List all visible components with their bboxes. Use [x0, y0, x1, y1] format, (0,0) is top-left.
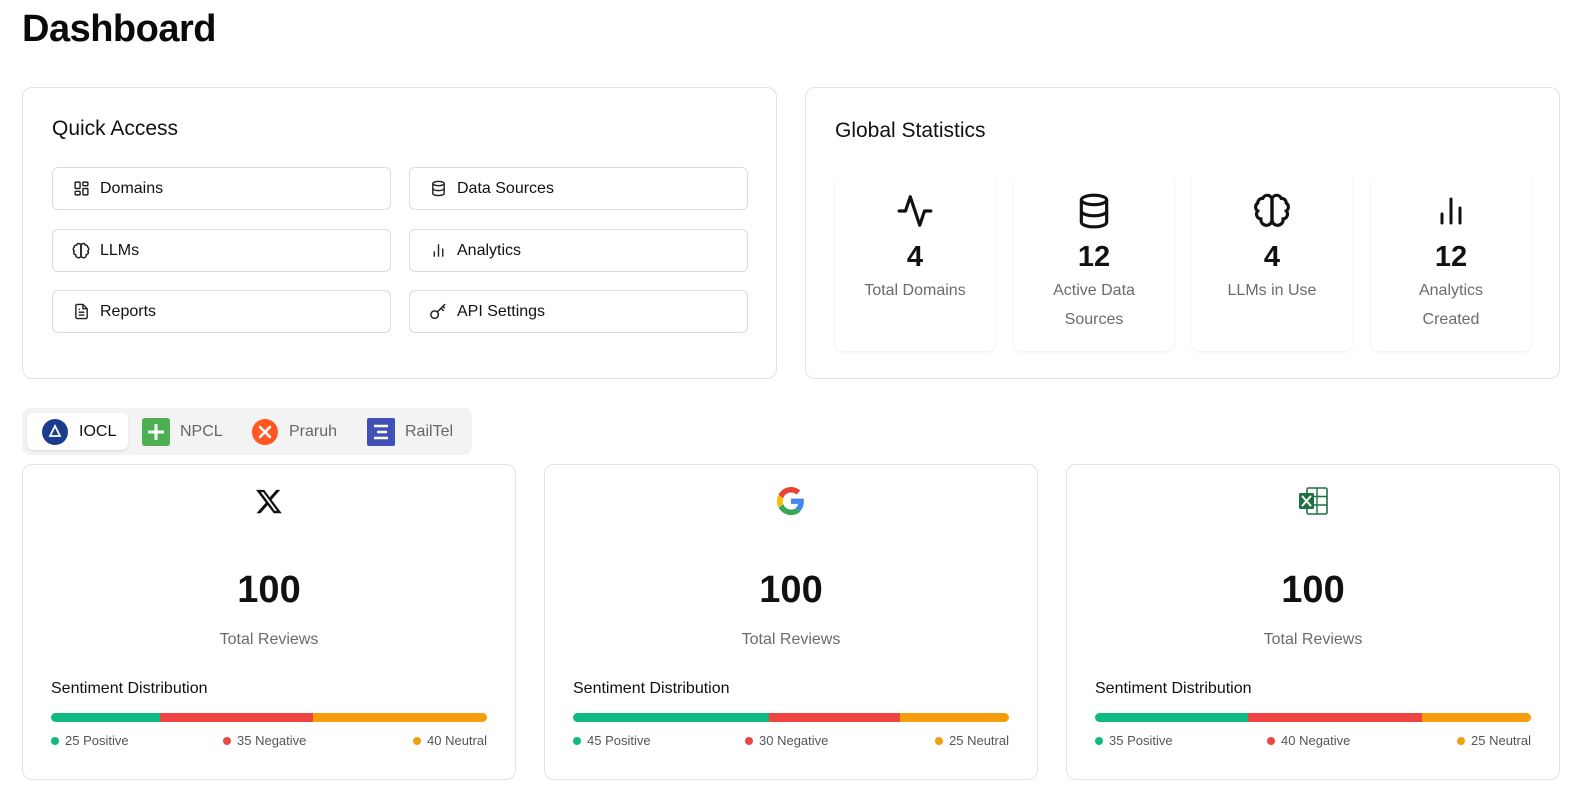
- tab-label: Praruh: [289, 422, 338, 440]
- domain-tabs: IOCL NPCL Praruh RailTel: [22, 408, 472, 455]
- negative-segment: [769, 713, 900, 722]
- stat-value: 4: [906, 241, 924, 273]
- tab-iocl[interactable]: IOCL: [27, 413, 128, 450]
- brain-icon: [72, 242, 90, 260]
- legend-negative: 40 Negative: [1267, 733, 1350, 748]
- key-icon: [429, 303, 447, 321]
- negative-segment: [1247, 713, 1422, 722]
- bar-chart-icon: [429, 242, 447, 260]
- stat-label: LLMs in Use: [1227, 282, 1317, 299]
- stat-value: 12: [1077, 241, 1111, 273]
- stat-label: Active Data Sources: [1053, 282, 1135, 328]
- bar-chart-icon: [1371, 189, 1531, 233]
- legend-positive: 45 Positive: [573, 733, 651, 748]
- legend-neutral: 25 Neutral: [935, 733, 1009, 748]
- source-card-x: 100 Total Reviews Sentiment Distribution…: [22, 464, 516, 780]
- brain-icon: [1192, 189, 1352, 233]
- tab-praruh[interactable]: Praruh: [251, 413, 371, 450]
- total-reviews-label: Total Reviews: [1263, 631, 1363, 648]
- stat-label: Analytics Created: [1418, 282, 1484, 328]
- legend-negative: 35 Negative: [223, 733, 306, 748]
- total-reviews-label: Total Reviews: [741, 631, 841, 648]
- source-card-excel: 100 Total Reviews Sentiment Distribution…: [1066, 464, 1560, 780]
- global-statistics-card: Global Statistics 4 Total Domains 12 Act…: [805, 87, 1560, 379]
- legend-neutral: 25 Neutral: [1457, 733, 1531, 748]
- reports-button-label: Reports: [100, 302, 157, 320]
- sentiment-legend: 35 Positive 40 Negative 25 Neutral: [1095, 733, 1531, 751]
- grid-icon: [72, 180, 90, 198]
- source-card-google: 100 Total Reviews Sentiment Distribution…: [544, 464, 1038, 780]
- positive-segment: [1095, 713, 1248, 722]
- total-reviews-value: 100: [759, 569, 823, 611]
- railtel-logo-icon: [367, 417, 395, 446]
- llms-button[interactable]: LLMs: [52, 229, 391, 272]
- tab-label: NPCL: [180, 422, 223, 440]
- excel-icon: [1067, 487, 1559, 515]
- tab-railtel[interactable]: RailTel: [367, 413, 467, 450]
- positive-segment: [51, 713, 160, 722]
- sentiment-distribution-title: Sentiment Distribution: [573, 680, 730, 697]
- total-reviews-label: Total Reviews: [219, 631, 319, 648]
- positive-segment: [573, 713, 770, 722]
- sentiment-legend: 25 Positive 35 Negative 40 Neutral: [51, 733, 487, 751]
- tab-label: IOCL: [79, 422, 117, 440]
- data-sources-button-label: Data Sources: [457, 179, 554, 197]
- total-reviews-value: 100: [237, 569, 301, 611]
- document-icon: [72, 303, 90, 321]
- llms-button-label: LLMs: [100, 241, 140, 259]
- sentiment-bar: [573, 713, 1009, 722]
- legend-positive: 25 Positive: [51, 733, 129, 748]
- neutral-segment: [1421, 713, 1531, 722]
- google-icon: [545, 487, 1037, 515]
- page-title: Dashboard: [22, 8, 216, 50]
- sentiment-legend: 45 Positive 30 Negative 25 Neutral: [573, 733, 1009, 751]
- stat-value: 4: [1263, 241, 1281, 273]
- iocl-logo-icon: [41, 418, 69, 446]
- database-icon: [1014, 189, 1174, 233]
- api-settings-button[interactable]: API Settings: [409, 290, 748, 333]
- domains-button[interactable]: Domains: [52, 167, 391, 210]
- total-reviews-value: 100: [1281, 569, 1345, 611]
- api-settings-button-label: API Settings: [457, 302, 546, 320]
- neutral-segment: [899, 713, 1009, 722]
- stat-llms-in-use: 4 LLMs in Use: [1192, 173, 1352, 351]
- sentiment-bar: [1095, 713, 1531, 722]
- sentiment-bar: [51, 713, 487, 722]
- stat-label: Total Domains: [864, 282, 966, 299]
- x-twitter-icon: [23, 487, 515, 515]
- sentiment-distribution-title: Sentiment Distribution: [51, 680, 208, 697]
- domains-button-label: Domains: [100, 179, 164, 197]
- tab-npcl[interactable]: NPCL: [142, 413, 242, 450]
- stat-analytics-created: 12 Analytics Created: [1371, 173, 1531, 351]
- praruh-logo-icon: [251, 418, 279, 446]
- reports-button[interactable]: Reports: [52, 290, 391, 333]
- analytics-button-label: Analytics: [457, 241, 522, 259]
- quick-access-card: Quick Access Domains Data Sources LLMs A…: [22, 87, 777, 379]
- activity-icon: [835, 189, 995, 233]
- legend-negative: 30 Negative: [745, 733, 828, 748]
- npcl-logo-icon: [142, 417, 170, 446]
- quick-access-title: Quick Access: [52, 117, 179, 140]
- data-sources-button[interactable]: Data Sources: [409, 167, 748, 210]
- neutral-segment: [312, 713, 487, 722]
- stat-active-data-sources: 12 Active Data Sources: [1014, 173, 1174, 351]
- stat-value: 12: [1434, 241, 1468, 273]
- tab-label: RailTel: [405, 422, 454, 440]
- negative-segment: [160, 713, 313, 722]
- analytics-button[interactable]: Analytics: [409, 229, 748, 272]
- database-icon: [429, 180, 447, 198]
- legend-neutral: 40 Neutral: [413, 733, 487, 748]
- stat-total-domains: 4 Total Domains: [835, 173, 995, 351]
- global-statistics-title: Global Statistics: [835, 119, 986, 142]
- legend-positive: 35 Positive: [1095, 733, 1173, 748]
- sentiment-distribution-title: Sentiment Distribution: [1095, 680, 1252, 697]
